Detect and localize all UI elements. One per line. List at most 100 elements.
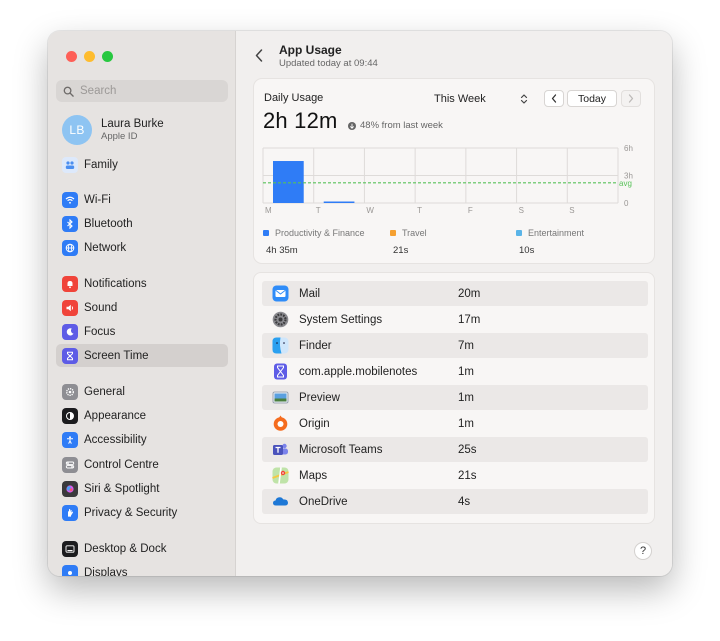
sidebar-item-label: Accessibility: [84, 433, 147, 446]
app-name: Preview: [299, 391, 340, 404]
chevron-left-icon: [255, 48, 263, 62]
minimize-window-button[interactable]: [84, 51, 95, 62]
sidebar-item-screen-time[interactable]: Screen Time: [56, 344, 228, 367]
maps-icon: [272, 467, 289, 484]
previous-period-button[interactable]: [544, 90, 564, 107]
sidebar-item-label: Network: [84, 241, 127, 254]
sidebar-item-label: Privacy & Security: [84, 506, 178, 519]
control-centre-icon: [62, 456, 78, 473]
window-controls: [66, 51, 113, 62]
close-window-button[interactable]: [66, 51, 77, 62]
legend-label: Entertainment: [528, 228, 585, 238]
x-tick-label: T: [417, 206, 422, 215]
teams-icon: [272, 441, 289, 458]
sidebar-item-desktop-dock[interactable]: Desktop & Dock: [56, 537, 228, 560]
network-icon: [62, 239, 78, 256]
sidebar-item-label: Notifications: [84, 277, 147, 290]
daily-usage-value: 2h 12m: [263, 108, 338, 133]
sidebar-item-label: Wi-Fi: [84, 193, 111, 206]
mail-icon: [272, 285, 289, 302]
avatar: LB: [62, 115, 92, 145]
displays-icon: [62, 564, 78, 576]
legend-item: Travel 21s: [390, 228, 427, 256]
y-tick-label: 0: [624, 199, 629, 208]
chart-bar: [273, 161, 304, 203]
sidebar-item-label: Screen Time: [84, 349, 149, 362]
notifications-icon: [62, 275, 78, 292]
app-name: Origin: [299, 417, 330, 430]
sidebar-item-control-centre[interactable]: Control Centre: [56, 453, 228, 476]
app-time: 25s: [458, 443, 477, 456]
sidebar-item-label: Family: [84, 158, 118, 171]
system-settings-icon: [272, 311, 289, 328]
sidebar-item-displays[interactable]: Displays: [56, 561, 228, 576]
daily-usage-label: Daily Usage: [264, 92, 324, 104]
sidebar-item-appearance[interactable]: Appearance: [56, 404, 228, 427]
today-button[interactable]: Today: [567, 90, 617, 107]
sidebar-item-bluetooth[interactable]: Bluetooth: [56, 212, 228, 235]
app-name: Finder: [299, 339, 332, 352]
app-row[interactable]: System Settings 17m: [262, 307, 648, 332]
legend-item: Entertainment 10s: [516, 228, 584, 256]
profile-subtitle: Apple ID: [101, 131, 138, 142]
focus-icon: [62, 323, 78, 340]
legend-swatch: [263, 230, 269, 236]
apple-id-profile[interactable]: LB Laura Burke Apple ID: [62, 115, 164, 145]
desktop-dock-icon: [62, 540, 78, 557]
app-row[interactable]: Finder 7m: [262, 333, 648, 358]
next-period-button[interactable]: [621, 90, 641, 107]
sidebar-item-privacy-security[interactable]: Privacy & Security: [56, 501, 228, 524]
settings-window: LB Laura Burke Apple ID Family Wi-Fi Blu…: [48, 31, 672, 576]
sidebar-item-general[interactable]: General: [56, 380, 228, 403]
help-button[interactable]: ?: [634, 542, 652, 560]
sidebar-item-family[interactable]: Family: [56, 153, 228, 176]
x-tick-label: W: [366, 206, 374, 215]
usage-change: 48% from last week: [348, 120, 443, 131]
sidebar-item-focus[interactable]: Focus: [56, 320, 228, 343]
sidebar-item-siri-spotlight[interactable]: Siri & Spotlight: [56, 477, 228, 500]
x-tick-label: T: [316, 206, 321, 215]
app-row[interactable]: Origin 1m: [262, 411, 648, 436]
daily-usage-card: Daily Usage 2h 12m 48% from last week Th…: [253, 78, 655, 264]
search-input[interactable]: [80, 85, 220, 97]
updown-chevron-icon[interactable]: [518, 92, 530, 106]
main-panel: App Usage Updated today at 09:44 Daily U…: [237, 31, 672, 576]
sidebar-item-wifi[interactable]: Wi-Fi: [56, 188, 228, 211]
app-row[interactable]: Microsoft Teams 25s: [262, 437, 648, 462]
app-row[interactable]: Preview 1m: [262, 385, 648, 410]
app-row[interactable]: Maps 21s: [262, 463, 648, 488]
search-field[interactable]: [56, 80, 228, 102]
app-row[interactable]: OneDrive 4s: [262, 489, 648, 514]
app-name: com.apple.mobilenotes: [299, 365, 418, 378]
preview-icon: [272, 389, 289, 406]
x-tick-label: S: [569, 206, 574, 215]
profile-name: Laura Burke: [101, 118, 164, 130]
chart-bar: [323, 201, 355, 203]
app-name: Maps: [299, 469, 328, 482]
app-row[interactable]: Mail 20m: [262, 281, 648, 306]
app-name: Mail: [299, 287, 321, 300]
back-button[interactable]: [252, 46, 266, 64]
finder-icon: [272, 337, 289, 354]
app-usage-list: Mail 20m System Settings 17m Finder 7m c…: [253, 272, 655, 524]
sidebar-item-sound[interactable]: Sound: [56, 296, 228, 319]
x-tick-label: M: [265, 206, 272, 215]
sidebar-item-network[interactable]: Network: [56, 236, 228, 259]
sidebar-item-label: Bluetooth: [84, 217, 133, 230]
sidebar-item-label: Displays: [84, 566, 128, 577]
app-name: Microsoft Teams: [299, 443, 383, 456]
sidebar-item-notifications[interactable]: Notifications: [56, 272, 228, 295]
legend-swatch: [516, 230, 522, 236]
zoom-window-button[interactable]: [102, 51, 113, 62]
x-tick-label: F: [468, 206, 473, 215]
hourglass-icon: [272, 363, 289, 380]
appearance-icon: [62, 407, 78, 424]
arrow-down-icon: [348, 121, 356, 130]
app-row[interactable]: com.apple.mobilenotes 1m: [262, 359, 648, 384]
sidebar-item-label: Focus: [84, 325, 116, 338]
siri-icon: [62, 480, 78, 497]
app-time: 1m: [458, 417, 474, 430]
sidebar-item-accessibility[interactable]: Accessibility: [56, 428, 228, 451]
legend-value: 21s: [393, 245, 409, 256]
sidebar-item-label: Sound: [84, 301, 118, 314]
